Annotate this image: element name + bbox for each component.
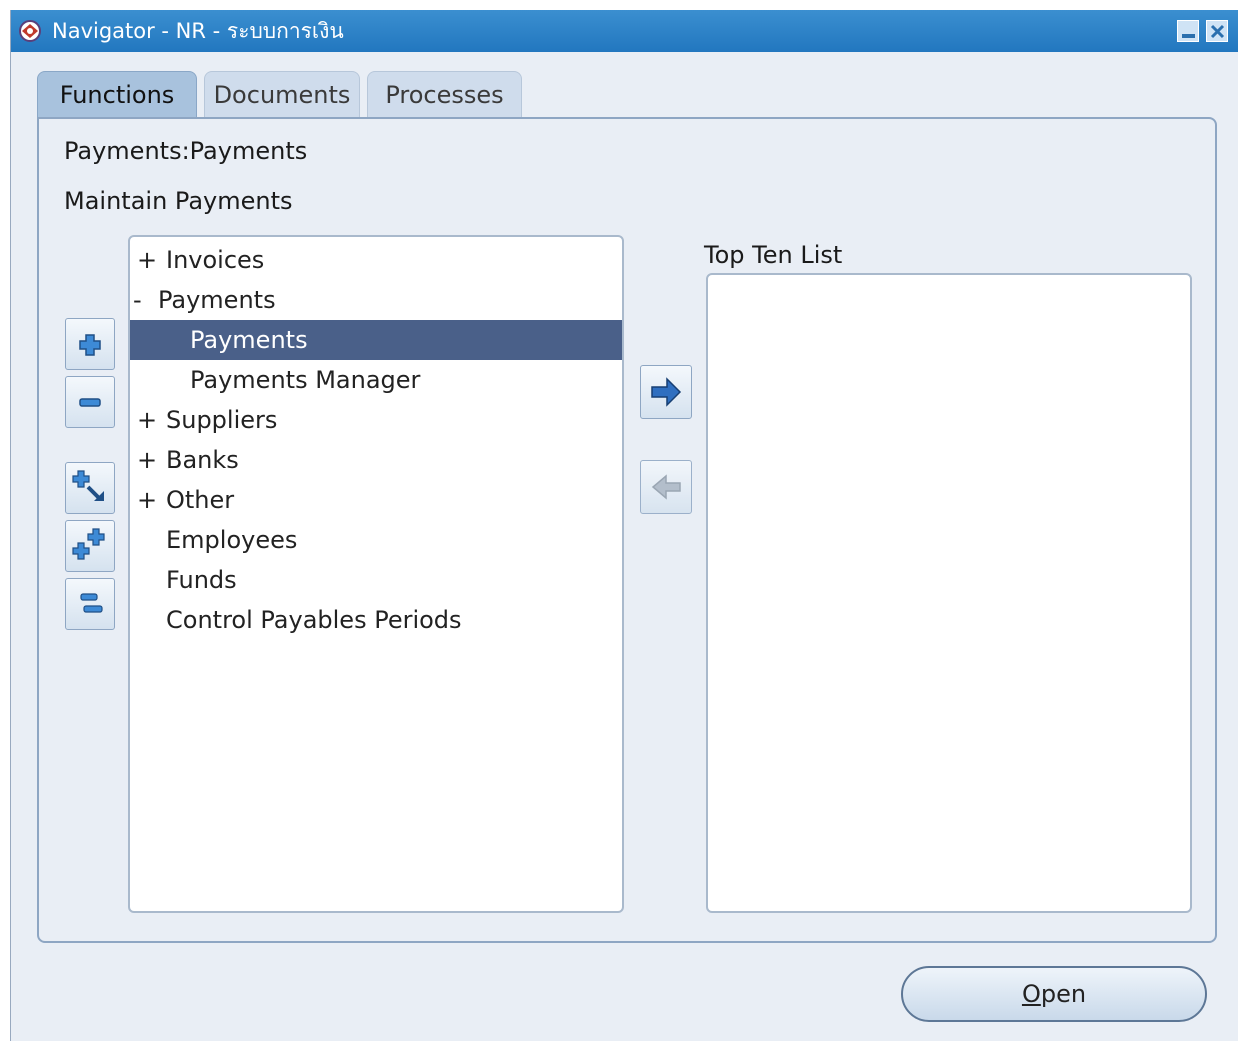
tree-item-label: Payments	[190, 326, 308, 354]
title-bar[interactable]: Navigator - NR - ระบบการเงิน	[11, 10, 1238, 52]
tree-item-funds[interactable]: Funds	[130, 560, 622, 600]
expand-plus-icon	[79, 334, 101, 356]
tree-item-label: Payments	[158, 286, 276, 314]
left-arrow-icon	[651, 474, 681, 500]
expand-all-button[interactable]	[65, 520, 115, 572]
right-arrow-icon	[651, 377, 682, 407]
function-tree[interactable]: + Invoices - Payments Payments Payments …	[128, 235, 624, 913]
navigator-window: Navigator - NR - ระบบการเงิน Functions D…	[10, 10, 1238, 1041]
expand-button[interactable]	[65, 318, 115, 370]
window-title: Navigator - NR - ระบบการเงิน	[52, 19, 344, 43]
tree-collapse-mark: -	[133, 286, 142, 314]
tree-item-label: Suppliers	[166, 406, 278, 434]
collapse-minus-icon	[79, 398, 101, 407]
tree-item-label: Banks	[166, 446, 239, 474]
tab-documents[interactable]: Documents	[204, 71, 360, 117]
tree-item-label: Payments Manager	[190, 366, 421, 394]
open-button-mnemonic: O	[1021, 980, 1041, 1008]
expand-all-icon	[72, 528, 105, 560]
tree-item-banks[interactable]: + Banks	[130, 440, 622, 480]
oracle-app-icon	[19, 20, 41, 42]
tree-expand-mark: +	[137, 406, 158, 434]
collapse-all-icon	[80, 593, 103, 613]
tab-functions[interactable]: Functions	[37, 71, 197, 117]
tree-item-payments-manager[interactable]: Payments Manager	[130, 360, 622, 400]
tree-item-label: Invoices	[166, 246, 265, 274]
collapse-all-button[interactable]	[65, 578, 115, 630]
close-button[interactable]	[1206, 20, 1228, 42]
open-button-label: pen	[1040, 980, 1087, 1008]
open-button[interactable]: Open	[901, 966, 1207, 1022]
tree-item-payments[interactable]: Payments	[130, 320, 622, 360]
remove-from-top-ten-button[interactable]	[640, 460, 692, 514]
tab-processes[interactable]: Processes	[367, 71, 522, 117]
tree-expand-mark: +	[137, 246, 158, 274]
tree-item-suppliers[interactable]: + Suppliers	[130, 400, 622, 440]
tree-expand-mark: +	[137, 446, 158, 474]
tree-item-label: Employees	[166, 526, 298, 554]
tree-item-invoices[interactable]: + Invoices	[130, 240, 622, 280]
selected-function-description: Maintain Payments	[64, 187, 293, 215]
tree-item-control-payables-periods[interactable]: Control Payables Periods	[130, 600, 622, 640]
tree-item-label: Funds	[166, 566, 237, 594]
tree-item-payments-group[interactable]: - Payments	[130, 280, 622, 320]
minimize-button[interactable]	[1177, 20, 1199, 42]
tree-item-label: Other	[166, 486, 235, 514]
tree-expand-mark: +	[137, 486, 158, 514]
expand-branch-icon	[72, 470, 104, 501]
close-icon	[1210, 24, 1225, 39]
top-ten-list[interactable]	[706, 273, 1192, 913]
top-ten-label: Top Ten List	[704, 241, 843, 269]
collapse-button[interactable]	[65, 376, 115, 428]
minimize-icon	[1182, 34, 1195, 38]
tree-item-employees[interactable]: Employees	[130, 520, 622, 560]
tree-item-other[interactable]: + Other	[130, 480, 622, 520]
add-to-top-ten-button[interactable]	[640, 365, 692, 419]
tree-item-label: Control Payables Periods	[166, 606, 462, 634]
selected-function-path: Payments:Payments	[64, 137, 308, 165]
expand-branch-button[interactable]	[65, 462, 115, 514]
